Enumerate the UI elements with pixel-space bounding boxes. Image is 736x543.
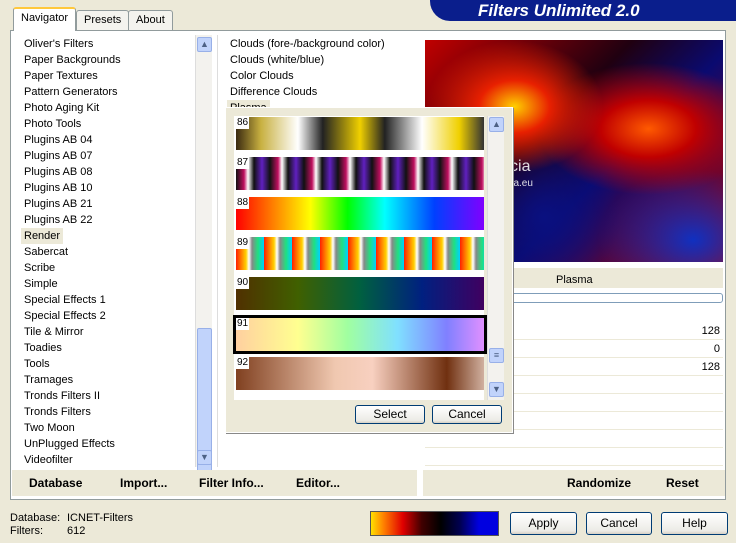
scroll-thumb[interactable]: ≡ [489,348,504,363]
left-toolbar: Database Import... Filter Info... Editor… [12,470,417,496]
category-list: Oliver's Filters Paper Backgrounds Paper T… [12,35,212,467]
category-item[interactable]: Paper Textures [24,68,98,84]
tab-presets[interactable]: Presets [76,10,130,30]
cancel-button[interactable]: Cancel [586,512,652,535]
database-label: Database: [10,512,61,524]
category-item[interactable]: Tronds Filters [24,404,91,420]
swatch-number: 88 [236,197,250,209]
dialog-cancel-button[interactable]: Cancel [432,405,502,424]
gradient-swatch[interactable]: 87 [236,157,484,190]
tab-about[interactable]: About [128,10,173,30]
category-item[interactable]: Paper Backgrounds [24,52,121,68]
category-item[interactable]: Special Effects 1 [24,292,106,308]
category-item[interactable]: Videofilter [24,452,73,468]
param-value-1: 128 [701,325,720,337]
swatch-number: 90 [236,277,250,289]
import-button[interactable]: Import... [120,476,167,490]
category-item[interactable]: Two Moon [24,420,75,436]
right-toolbar: Randomize Reset [423,470,725,496]
select-button[interactable]: Select [355,405,425,424]
tab-navigator[interactable]: Navigator [13,7,77,31]
apply-button[interactable]: Apply [510,512,577,535]
swatch-number: 92 [236,357,250,369]
param-value-2: 0 [713,343,720,355]
filters-value: 612 [67,525,86,537]
filter-info-button[interactable]: Filter Info... [199,476,264,490]
swatch-number: 86 [236,117,250,129]
category-item[interactable]: Scribe [24,260,55,276]
filter-item[interactable]: Clouds (fore-/background color) [230,36,385,52]
scroll-down-icon[interactable]: ▼ [489,382,504,397]
scroll-up-icon[interactable]: ▲ [197,37,212,52]
param-value-3: 128 [701,361,720,373]
category-item[interactable]: Tramages [24,372,73,388]
scroll-down-icon[interactable]: ▼ [197,450,212,465]
app-title-banner: Filters Unlimited 2.0 [430,0,736,21]
gradient-swatch[interactable]: 91 [233,315,487,354]
gradient-swatch[interactable]: 92 [236,357,484,390]
param-row-empty [425,449,723,466]
swatch-number: 91 [236,318,250,330]
filter-item[interactable]: Difference Clouds [230,84,317,100]
category-item[interactable]: Toadies [24,340,62,356]
gradient-picker[interactable] [370,511,499,536]
swatch-number: 87 [236,157,250,169]
gradient-scrollbar[interactable]: ▲ ≡ ▼ [487,116,504,400]
category-item[interactable]: Tools [24,356,50,372]
category-item[interactable]: Oliver's Filters [24,36,93,52]
category-item[interactable]: UnPlugged Effects [24,436,115,452]
database-value: ICNET-Filters [67,512,133,524]
gradient-swatch[interactable]: 89 [236,237,484,270]
category-item[interactable]: Plugins AB 21 [24,196,93,212]
editor-button[interactable]: Editor... [296,476,340,490]
category-item[interactable]: Photo Tools [24,116,81,132]
category-item[interactable]: Tile & Mirror [24,324,83,340]
gradient-swatch[interactable]: 90 [236,277,484,310]
help-button[interactable]: Help [661,512,728,535]
category-item[interactable]: Render [21,228,64,244]
randomize-button[interactable]: Randomize [567,476,631,490]
category-item[interactable]: Plugins AB 08 [24,164,93,180]
category-item[interactable]: Tronds Filters II [24,388,100,404]
gradient-swatch[interactable]: 86 [236,117,484,150]
category-item[interactable]: Plugins AB 10 [24,180,93,196]
category-item[interactable]: Sabercat [24,244,68,260]
category-item[interactable]: Plugins AB 04 [24,132,93,148]
category-item[interactable]: Simple [24,276,58,292]
category-item[interactable]: Plugins AB 22 [24,212,93,228]
category-scrollbar[interactable]: ▲ ▼ [195,35,212,486]
category-item[interactable]: Pattern Generators [24,84,118,100]
scroll-up-icon[interactable]: ▲ [489,117,504,132]
filter-item[interactable]: Color Clouds [230,68,294,84]
gradient-swatch[interactable]: 88 [236,197,484,230]
swatch-number: 89 [236,237,250,249]
filters-label: Filters: [10,525,43,537]
param-row-empty [425,431,723,448]
category-item[interactable]: Plugins AB 07 [24,148,93,164]
filter-item[interactable]: Clouds (white/blue) [230,52,324,68]
reset-button[interactable]: Reset [666,476,699,490]
database-button[interactable]: Database [29,476,82,490]
category-item[interactable]: Special Effects 2 [24,308,106,324]
category-item[interactable]: Photo Aging Kit [24,100,99,116]
